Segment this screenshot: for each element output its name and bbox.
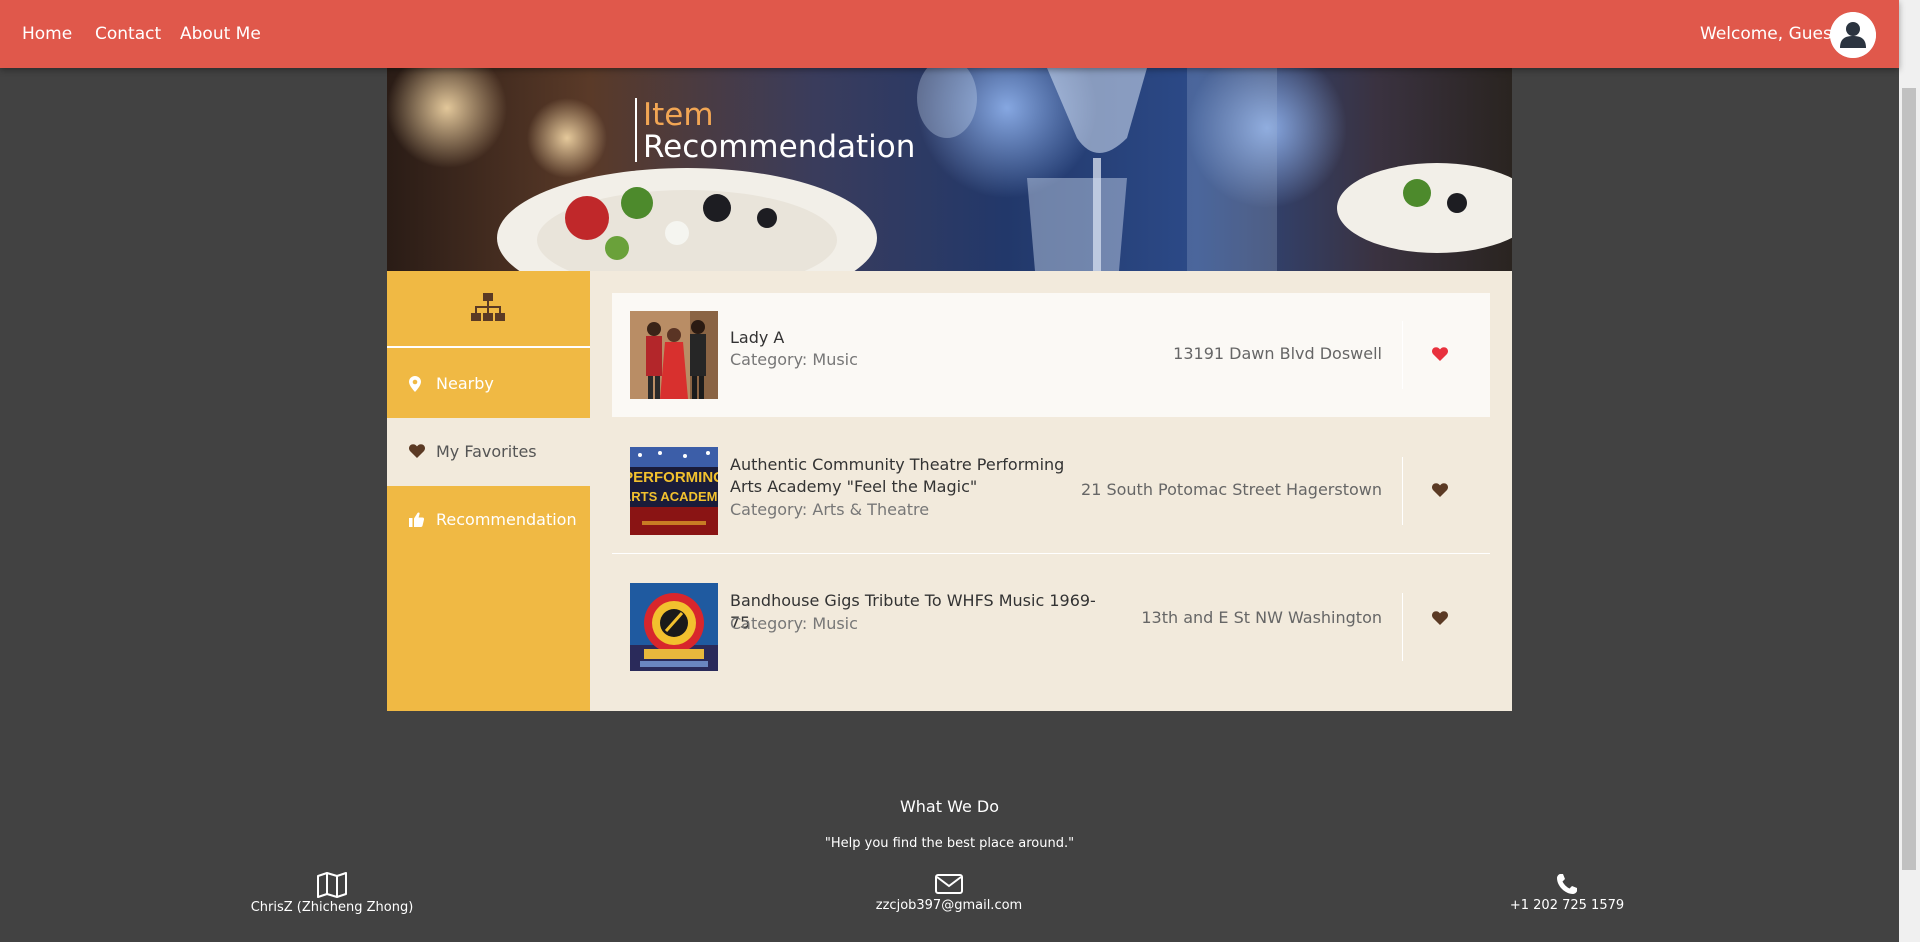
divider xyxy=(1402,593,1403,661)
nav-about-link[interactable]: About Me xyxy=(180,24,261,44)
nav-contact-link[interactable]: Contact xyxy=(95,24,161,44)
footer-email: zzcjob397@gmail.com xyxy=(819,872,1079,913)
page-scrollbar[interactable] xyxy=(1899,0,1920,942)
sitemap-icon xyxy=(471,293,505,321)
map-marker-icon xyxy=(409,376,421,392)
item-category: Category: Arts & Theatre xyxy=(730,500,930,519)
item-thumbnail xyxy=(630,583,718,671)
top-navbar: Home Contact About Me Welcome, Guest xyxy=(0,0,1899,68)
divider xyxy=(1402,457,1403,525)
hero-title-recommendation: Recommendation xyxy=(643,129,916,165)
favorite-heart-icon[interactable] xyxy=(1432,611,1448,625)
item-address: 21 South Potomac Street Hagerstown xyxy=(1081,480,1382,499)
favorite-heart-icon[interactable] xyxy=(1432,347,1448,361)
welcome-text: Welcome, Guest xyxy=(1700,24,1839,44)
footer-phone-text[interactable]: +1 202 725 1579 xyxy=(1510,898,1624,913)
sidebar: Nearby My Favorites Recommendation xyxy=(387,271,590,711)
sidebar-item-label: My Favorites xyxy=(436,442,537,461)
thumbnail-text-line1: PERFORMING xyxy=(630,469,718,486)
hero-title-item: Item xyxy=(643,97,714,133)
item-thumbnail xyxy=(630,311,718,399)
list-item[interactable]: PERFORMING ARTS ACADEMY Authentic Commun… xyxy=(612,429,1490,553)
sidebar-item-recommendation[interactable]: Recommendation xyxy=(387,486,590,554)
footer-quote: "Help you find the best place around." xyxy=(824,836,1075,851)
sidebar-item-label: Recommendation xyxy=(436,510,577,529)
item-name[interactable]: Authentic Community Theatre Performing A… xyxy=(730,454,1100,498)
sidebar-item-my-favorites[interactable]: My Favorites xyxy=(387,418,590,486)
nav-home-link[interactable]: Home xyxy=(22,24,72,44)
sidebar-item-label: Nearby xyxy=(436,374,494,393)
map-icon xyxy=(317,872,347,898)
item-category: Category: Music xyxy=(730,350,858,369)
item-thumbnail: PERFORMING ARTS ACADEMY xyxy=(630,447,718,535)
footer-email-text[interactable]: zzcjob397@gmail.com xyxy=(876,898,1022,913)
favorite-heart-icon[interactable] xyxy=(1432,483,1448,497)
user-avatar-icon[interactable] xyxy=(1830,12,1876,58)
thumbnail-text-line2: ARTS ACADEMY xyxy=(630,489,718,504)
item-address: 13191 Dawn Blvd Doswell xyxy=(1173,344,1382,363)
scrollbar-thumb[interactable] xyxy=(1902,88,1916,870)
item-category: Category: Music xyxy=(730,614,858,633)
sidebar-item-nearby[interactable]: Nearby xyxy=(387,350,590,418)
envelope-icon xyxy=(935,874,963,894)
item-list: Lady A Category: Music 13191 Dawn Blvd D… xyxy=(590,271,1512,711)
list-item[interactable]: Lady A Category: Music 13191 Dawn Blvd D… xyxy=(612,293,1490,417)
sidebar-header xyxy=(387,271,590,348)
thumbs-up-icon xyxy=(409,512,424,527)
heart-icon xyxy=(409,444,425,458)
footer-author: ChrisZ (Zhicheng Zhong) xyxy=(202,872,462,915)
divider xyxy=(1402,321,1403,389)
hero-title: Item Recommendation xyxy=(635,97,916,165)
divider xyxy=(612,553,1490,554)
phone-icon xyxy=(1557,874,1577,894)
footer-title: What We Do xyxy=(899,797,1000,816)
restaurant-photo xyxy=(387,68,1512,271)
footer-author-name: ChrisZ (Zhicheng Zhong) xyxy=(250,900,414,915)
item-name[interactable]: Lady A xyxy=(730,327,1100,349)
item-address: 13th and E St NW Washington xyxy=(1141,608,1382,627)
hero-banner: Item Recommendation xyxy=(387,68,1512,271)
list-item[interactable]: Bandhouse Gigs Tribute To WHFS Music 196… xyxy=(612,565,1490,689)
footer-phone: +1 202 725 1579 xyxy=(1437,872,1697,913)
